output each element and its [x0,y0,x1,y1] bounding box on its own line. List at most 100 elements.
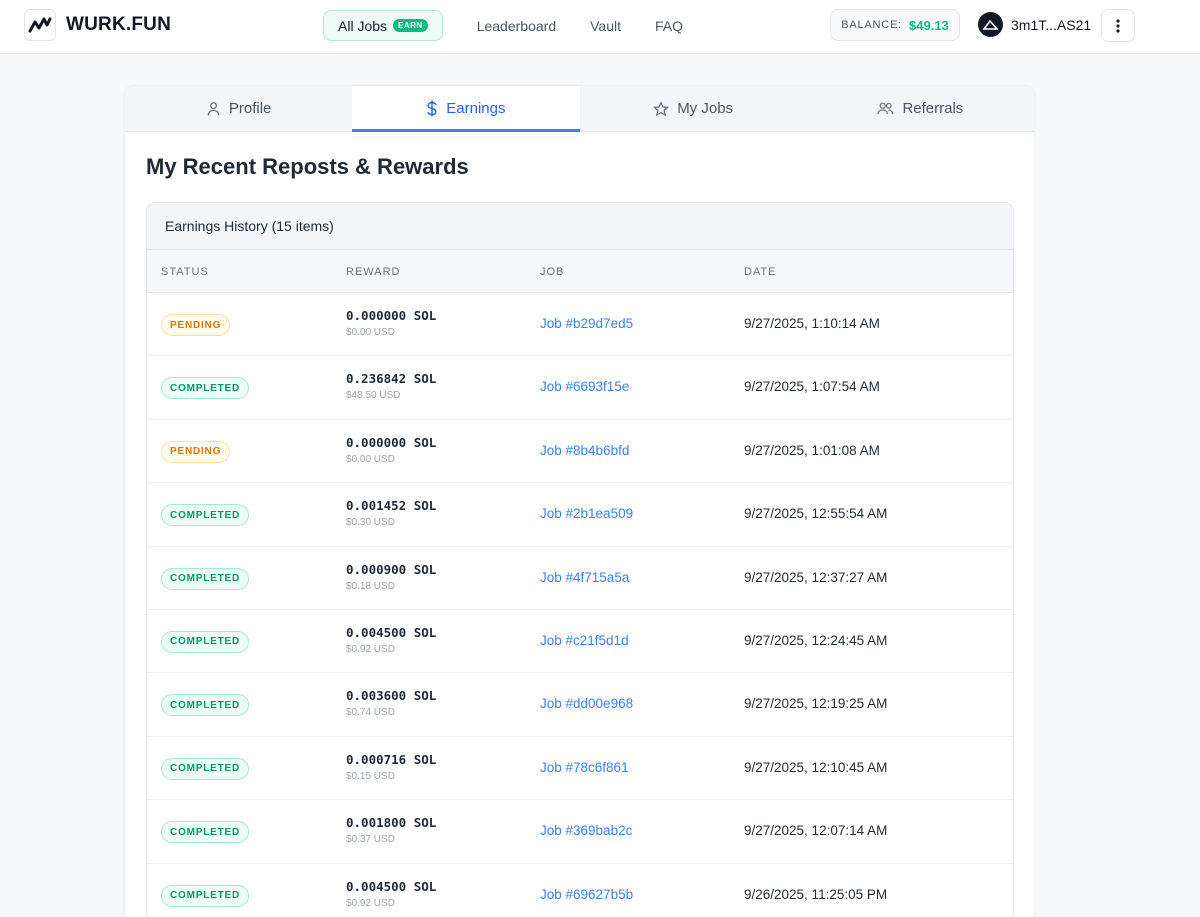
tab-profile-label: Profile [228,100,272,117]
table-row: COMPLETED 0.236842 SOL $48.50 USD Job #6… [147,356,1013,420]
reward-sol: 0.001452 SOL [346,498,437,514]
reward-sol: 0.003600 SOL [346,688,437,704]
reward-usd: $0.92 USD [346,643,395,655]
reward-usd: $0.92 USD [346,897,395,909]
reward-cell: 0.004500 SOL $0.92 USD [346,625,436,655]
status-badge: COMPLETED [161,821,249,844]
reward-sol: 0.000900 SOL [346,561,437,577]
table-row: COMPLETED 0.001800 SOL $0.37 USD Job #36… [147,800,1013,864]
column-header-date[interactable]: DATE [744,266,777,278]
job-link[interactable]: Job #c21f5d1d [540,633,629,648]
status-badge: COMPLETED [161,630,249,653]
job-link[interactable]: Job #dd00e968 [540,696,633,711]
status-badge: COMPLETED [161,504,249,527]
job-link[interactable]: Job #8b4b6bfd [540,443,629,458]
tab-profile[interactable]: Profile [125,86,352,131]
balance-value: $49.13 [909,17,949,33]
reward-usd: $0.37 USD [346,834,395,846]
users-icon [877,102,894,115]
reward-usd: $0.18 USD [346,580,395,592]
job-link[interactable]: Job #369bab2c [540,823,632,838]
date-cell: 9/27/2025, 12:10:45 AM [744,759,888,775]
nav-vault[interactable]: Vault [590,10,621,41]
user-icon [207,102,220,116]
status-badge: COMPLETED [161,694,249,717]
balance-display[interactable]: BALANCE: $49.13 [830,9,960,41]
table-row: COMPLETED 0.000716 SOL $0.15 USD Job #78… [147,736,1013,801]
dollar-icon [427,100,437,117]
logo-chart-icon [24,9,56,41]
reward-usd: $0.15 USD [346,770,395,782]
vertical-dots-icon [1116,18,1120,33]
job-link[interactable]: Job #6693f15e [540,379,629,394]
reward-cell: 0.000000 SOL $0.00 USD [346,435,436,465]
reward-usd: $0.00 USD [346,453,395,465]
tab-referrals[interactable]: Referrals [807,86,1034,131]
job-link[interactable]: Job #2b1ea509 [540,506,633,521]
reward-cell: 0.000716 SOL $0.15 USD [346,752,436,782]
wallet-address: 3m1T...AS21 [1011,16,1092,33]
date-cell: 9/27/2025, 12:55:54 AM [744,506,888,522]
tab-earnings-label: Earnings [446,100,506,117]
date-cell: 9/27/2025, 12:37:27 AM [744,569,888,585]
table-row: PENDING 0.000000 SOL $0.00 USD Job #b29d… [147,293,1013,357]
table-row: COMPLETED 0.004500 SOL $0.92 USD Job #c2… [147,609,1013,674]
tab-earnings[interactable]: Earnings [352,86,580,132]
status-badge: PENDING [161,440,231,463]
reward-sol: 0.000716 SOL [346,751,437,767]
reward-sol: 0.000000 SOL [346,434,437,450]
table-row: COMPLETED 0.000900 SOL $0.18 USD Job #4f… [147,546,1013,610]
nav-leaderboard[interactable]: Leaderboard [477,10,556,41]
nav-faq[interactable]: FAQ [655,10,683,41]
table-row: COMPLETED 0.004500 SOL $0.92 USD Job #69… [147,863,1013,917]
top-navigation-bar: WURK.FUN All Jobs EARN Leaderboard Vault… [0,0,1200,54]
date-cell: 9/27/2025, 12:24:45 AM [744,632,888,648]
table-title: Earnings History (15 items) [147,203,1013,250]
status-badge: COMPLETED [161,757,249,780]
status-badge: COMPLETED [161,377,249,400]
star-icon [653,101,669,116]
reward-cell: 0.000000 SOL $0.00 USD [346,308,436,338]
column-header-reward[interactable]: REWARD [346,266,400,278]
reward-cell: 0.001800 SOL $0.37 USD [346,815,436,845]
nav-all-jobs[interactable]: All Jobs EARN [323,10,443,41]
table-row: COMPLETED 0.001452 SOL $0.30 USD Job #2b… [147,483,1013,547]
earnings-history-table: Earnings History (15 items) STATUS REWAR… [146,202,1014,917]
avatar [978,12,1003,37]
reward-usd: $0.74 USD [346,707,395,719]
reward-usd: $0.00 USD [346,327,395,338]
column-header-status[interactable]: STATUS [161,266,209,278]
date-cell: 9/27/2025, 1:01:08 AM [744,442,880,458]
reward-sol: 0.004500 SOL [346,624,437,640]
more-menu-button[interactable] [1101,9,1135,42]
status-badge: PENDING [161,314,231,336]
status-badge: COMPLETED [161,884,249,907]
table-row: COMPLETED 0.003600 SOL $0.74 USD Job #dd… [147,673,1013,737]
reward-sol: 0.000000 SOL [346,308,437,323]
reward-usd: $0.30 USD [346,517,395,529]
wallet-button[interactable]: 3m1T...AS21 [978,12,1091,37]
page-title: My Recent Reposts & Rewards [146,154,469,179]
job-link[interactable]: Job #69627b5b [540,887,633,902]
date-cell: 9/26/2025, 11:25:05 PM [744,886,888,902]
column-header-job[interactable]: JOB [540,266,564,278]
tab-bar: Profile Earnings My Jobs Referrals [125,86,1034,132]
reward-sol: 0.001800 SOL [346,815,437,831]
table-row: PENDING 0.000000 SOL $0.00 USD Job #8b4b… [147,419,1013,484]
nav-all-jobs-label: All Jobs [338,17,388,34]
tab-referrals-label: Referrals [902,100,964,117]
job-link[interactable]: Job #4f715a5a [540,570,629,585]
reward-sol: 0.236842 SOL [346,371,437,387]
reward-cell: 0.001452 SOL $0.30 USD [346,498,436,528]
balance-label: BALANCE: [841,19,903,31]
job-link[interactable]: Job #78c6f861 [540,760,629,775]
table-header-row: STATUS REWARD JOB DATE [147,250,1013,293]
logo[interactable]: WURK.FUN [24,9,171,41]
date-cell: 9/27/2025, 1:10:14 AM [744,316,880,331]
reward-cell: 0.004500 SOL $0.92 USD [346,879,436,909]
date-cell: 9/27/2025, 12:19:25 AM [744,696,888,712]
tab-my-jobs[interactable]: My Jobs [580,86,807,131]
job-link[interactable]: Job #b29d7ed5 [540,316,633,331]
main-nav: All Jobs EARN Leaderboard Vault FAQ [323,10,683,41]
date-cell: 9/27/2025, 1:07:54 AM [744,379,880,395]
